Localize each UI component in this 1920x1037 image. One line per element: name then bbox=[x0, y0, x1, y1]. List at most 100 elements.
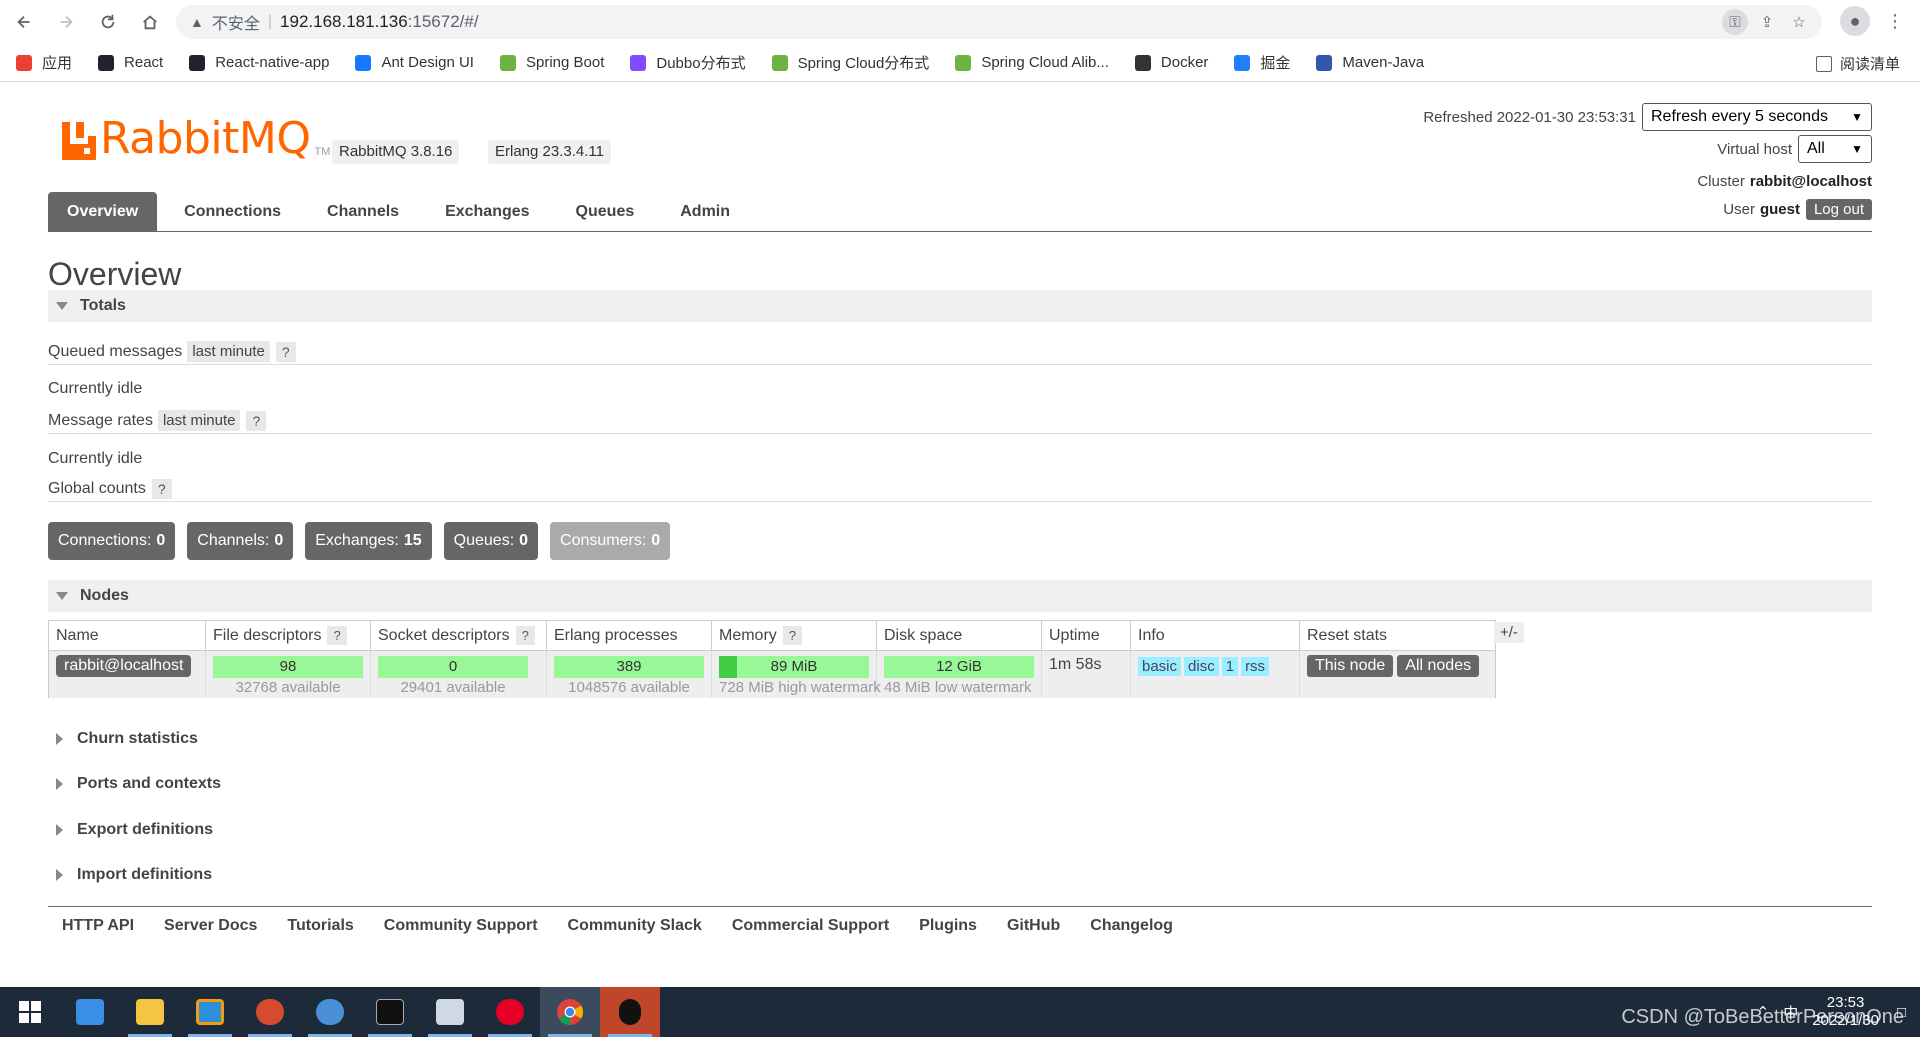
bookmark-item[interactable]: React bbox=[98, 54, 163, 71]
queues-count-button[interactable]: Queues: 0 bbox=[443, 522, 539, 560]
reload-icon[interactable] bbox=[90, 4, 126, 40]
reset-this-node-button[interactable]: This node bbox=[1307, 655, 1394, 677]
password-key-icon[interactable]: ⚿ bbox=[1722, 9, 1748, 35]
tab-overview[interactable]: Overview bbox=[48, 192, 158, 232]
memory-value: 89 MiB bbox=[770, 658, 818, 675]
footer-link-community-slack[interactable]: Community Slack bbox=[568, 917, 702, 935]
bookmark-item[interactable]: Dubbo分布式 bbox=[630, 52, 746, 73]
windows-start-icon[interactable] bbox=[0, 987, 60, 1037]
footer-link-changelog[interactable]: Changelog bbox=[1090, 917, 1173, 935]
memory-bar: 89 MiB bbox=[719, 656, 869, 678]
help-button[interactable]: ? bbox=[151, 478, 172, 499]
footer-link-http-api[interactable]: HTTP API bbox=[62, 917, 134, 935]
bookmark-label: Spring Cloud分布式 bbox=[797, 55, 930, 72]
bookmark-label: Spring Cloud Alib... bbox=[981, 54, 1109, 71]
bookmark-item[interactable]: Ant Design UI bbox=[355, 54, 474, 71]
global-counts-row: Global counts ? bbox=[48, 476, 1872, 502]
disk-space-bar: 12 GiB bbox=[884, 656, 1034, 678]
home-icon[interactable] bbox=[132, 4, 168, 40]
reset-all-nodes-button[interactable]: All nodes bbox=[1397, 655, 1480, 677]
exchanges-count-button[interactable]: Exchanges: 15 bbox=[305, 522, 432, 560]
address-bar[interactable]: ▲ 不安全 | 192.168.181.136:15672/#/ ⚿ ⇪ ☆ bbox=[176, 5, 1822, 39]
reading-list-icon bbox=[1815, 55, 1832, 72]
react-icon bbox=[98, 54, 115, 71]
count-value: 0 bbox=[651, 532, 661, 549]
remote-desktop-icon[interactable] bbox=[420, 987, 480, 1037]
help-button[interactable]: ? bbox=[327, 625, 347, 645]
menu-kebab-icon[interactable]: ⋮ bbox=[1880, 6, 1910, 36]
logo-text: RabbitMQ bbox=[100, 113, 311, 164]
vhost-label: Virtual host bbox=[1717, 140, 1792, 158]
footer-link-github[interactable]: GitHub bbox=[1007, 917, 1060, 935]
terminal-icon[interactable] bbox=[360, 987, 420, 1037]
count-label: Exchanges: bbox=[315, 532, 399, 549]
chrome-icon[interactable] bbox=[540, 987, 600, 1037]
totals-section-toggle[interactable]: Totals bbox=[48, 290, 1872, 322]
col-label: Disk space bbox=[884, 626, 963, 644]
tab-queues[interactable]: Queues bbox=[557, 192, 654, 232]
reading-list-button[interactable]: 阅读清单 bbox=[1815, 53, 1900, 74]
profile-avatar-icon[interactable]: ● bbox=[1840, 6, 1870, 36]
bookmark-item[interactable]: Spring Boot bbox=[499, 54, 604, 71]
queued-messages-row: Queued messages last minute ? bbox=[48, 339, 1872, 365]
nodes-section-toggle[interactable]: Nodes bbox=[48, 580, 1872, 612]
info-tag: 1 bbox=[1221, 657, 1239, 676]
bookmark-item[interactable]: 应用 bbox=[16, 52, 72, 73]
col-reset-stats: Reset stats bbox=[1299, 620, 1496, 651]
node-name-link[interactable]: rabbit@localhost bbox=[56, 655, 192, 677]
connections-count-button[interactable]: Connections: 0 bbox=[48, 522, 176, 560]
footer-link-tutorials[interactable]: Tutorials bbox=[287, 917, 353, 935]
refresh-interval-select[interactable]: Refresh every 5 seconds ▼ bbox=[1642, 103, 1872, 131]
bookmark-item[interactable]: Docker bbox=[1134, 54, 1208, 71]
help-button[interactable]: ? bbox=[246, 410, 267, 431]
tab-admin[interactable]: Admin bbox=[661, 192, 749, 232]
share-icon[interactable]: ⇪ bbox=[1754, 9, 1780, 35]
message-rates-range[interactable]: last minute bbox=[157, 410, 241, 431]
bookmarks-bar: 应用 React React-native-app Ant Design UI Spri… bbox=[0, 44, 1920, 82]
footer-links: HTTP API Server Docs Tutorials Community… bbox=[48, 906, 1872, 935]
bookmark-item[interactable]: Maven-Java bbox=[1316, 54, 1424, 71]
xshell-icon[interactable] bbox=[240, 987, 300, 1037]
netease-music-icon[interactable] bbox=[480, 987, 540, 1037]
col-label: File descriptors bbox=[213, 626, 322, 644]
vhost-select[interactable]: All ▼ bbox=[1798, 135, 1872, 163]
queued-messages-range[interactable]: last minute bbox=[187, 341, 270, 362]
footer-link-commercial-support[interactable]: Commercial Support bbox=[732, 917, 889, 935]
bookmark-item[interactable]: Spring Cloud Alib... bbox=[955, 54, 1109, 71]
bookmark-item[interactable]: React-native-app bbox=[189, 54, 329, 71]
forward-icon[interactable] bbox=[48, 4, 84, 40]
back-icon[interactable] bbox=[6, 4, 42, 40]
qq-icon[interactable] bbox=[600, 987, 660, 1037]
bookmark-star-icon[interactable]: ☆ bbox=[1786, 9, 1812, 35]
help-button[interactable]: ? bbox=[515, 625, 535, 645]
disk-watermark: 48 MiB low watermark bbox=[884, 679, 1032, 696]
channels-count-button[interactable]: Channels: 0 bbox=[187, 522, 294, 560]
page-title: Overview bbox=[48, 256, 182, 292]
queued-messages-label: Queued messages bbox=[48, 342, 183, 360]
footer-link-community-support[interactable]: Community Support bbox=[384, 917, 538, 935]
churn-statistics-toggle[interactable]: Churn statistics bbox=[56, 730, 198, 748]
bookmark-item[interactable]: 掘金 bbox=[1234, 52, 1290, 73]
file-explorer-icon[interactable] bbox=[120, 987, 180, 1037]
help-button[interactable]: ? bbox=[275, 341, 296, 362]
vmware-icon[interactable] bbox=[180, 987, 240, 1037]
global-counts: Connections: 0 Channels: 0 Exchanges: 15 Qu… bbox=[48, 522, 671, 560]
ports-and-contexts-toggle[interactable]: Ports and contexts bbox=[56, 775, 221, 793]
tab-channels[interactable]: Channels bbox=[308, 192, 418, 232]
tab-connections[interactable]: Connections bbox=[165, 192, 300, 232]
contacts-app-icon[interactable] bbox=[60, 987, 120, 1037]
collapsed-triangle-icon bbox=[56, 733, 63, 745]
col-memory: Memory? bbox=[711, 620, 877, 651]
bookmark-item[interactable]: Spring Cloud分布式 bbox=[771, 52, 930, 73]
footer-link-plugins[interactable]: Plugins bbox=[919, 917, 977, 935]
col-info: Info bbox=[1130, 620, 1300, 651]
help-button[interactable]: ? bbox=[782, 625, 803, 645]
import-definitions-toggle[interactable]: Import definitions bbox=[56, 866, 212, 884]
tab-exchanges[interactable]: Exchanges bbox=[426, 192, 548, 232]
column-toggle-button[interactable]: +/- bbox=[1494, 622, 1524, 643]
message-rates-row: Message rates last minute ? bbox=[48, 408, 1872, 434]
footer-link-server-docs[interactable]: Server Docs bbox=[164, 917, 257, 935]
dbeaver-icon[interactable] bbox=[300, 987, 360, 1037]
react-icon bbox=[189, 54, 206, 71]
export-definitions-toggle[interactable]: Export definitions bbox=[56, 821, 213, 839]
